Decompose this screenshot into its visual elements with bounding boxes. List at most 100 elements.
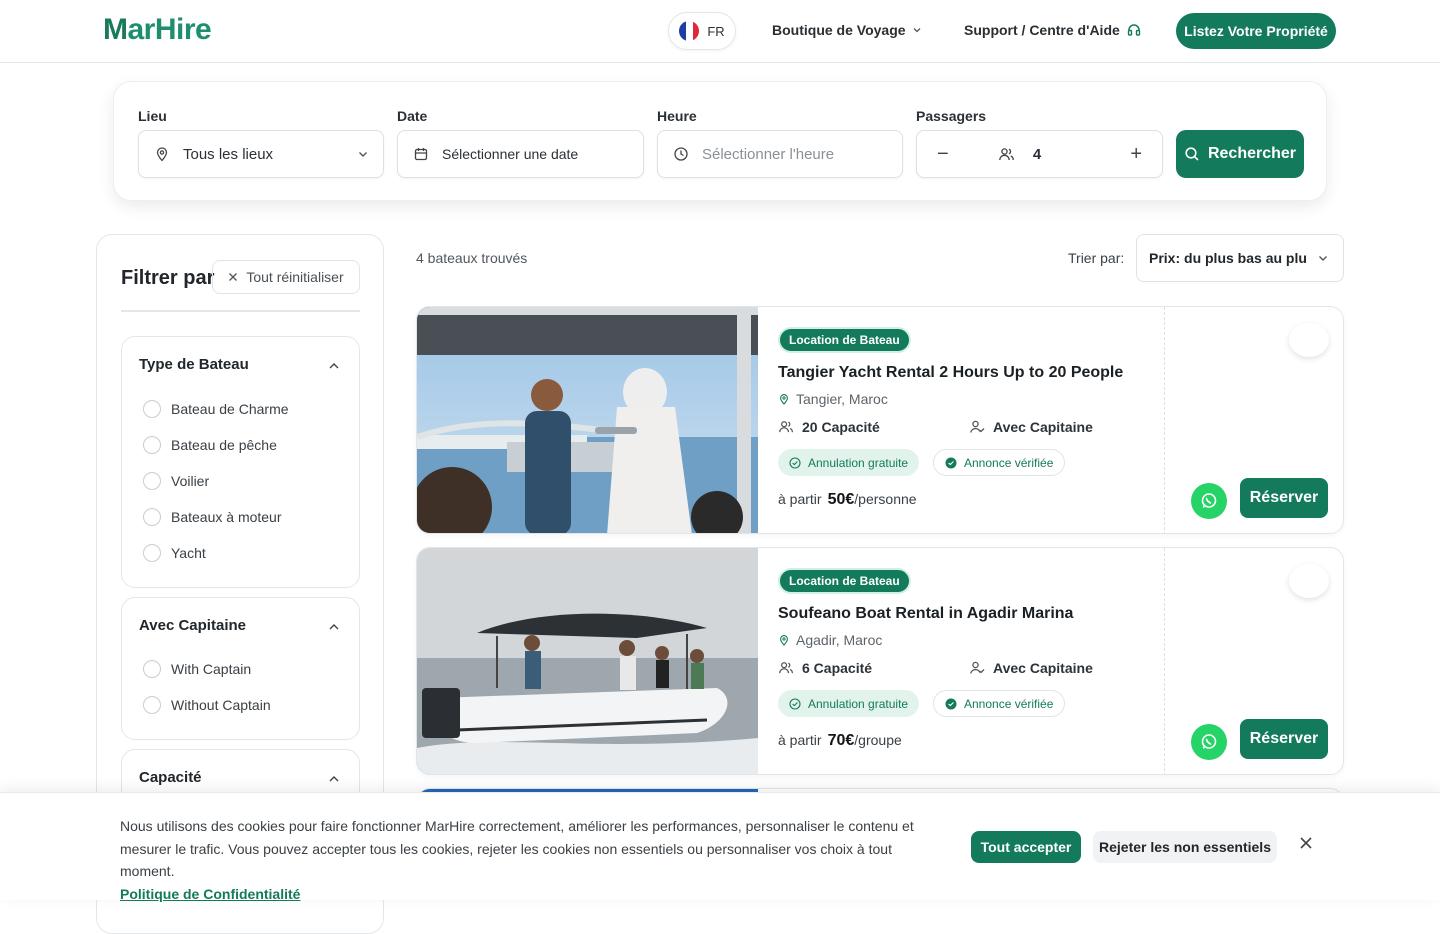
chevron-down-icon <box>1319 256 1327 261</box>
support-link[interactable]: Support / Centre d'Aide <box>964 22 1142 38</box>
favorite-button[interactable] <box>1289 323 1329 357</box>
close-icon <box>229 273 238 281</box>
location-value: Tous les lieux <box>183 145 274 163</box>
calendar-icon <box>412 145 430 163</box>
filter-title: Filtrer par <box>121 267 215 289</box>
cookie-message: Nous utilisons des cookies pour faire fo… <box>120 815 950 905</box>
boat-type-title[interactable]: Type de Bateau <box>139 356 249 373</box>
option-bateau-de-peche[interactable]: Bateau de pêche <box>143 436 277 454</box>
price-info: à partir 70€/groupe <box>778 732 902 749</box>
divider <box>121 310 360 312</box>
reset-label: Tout réinitialiser <box>246 269 344 285</box>
favorite-button[interactable] <box>1289 564 1329 598</box>
headset-icon <box>1127 24 1140 36</box>
option-with-captain[interactable]: With Captain <box>143 660 251 678</box>
capacity-title[interactable]: Capacité <box>139 769 202 786</box>
radio-button[interactable] <box>143 508 161 526</box>
option-without-captain[interactable]: Without Captain <box>143 696 271 714</box>
search-button[interactable]: Rechercher <box>1176 130 1304 178</box>
listing-photo[interactable] <box>417 307 758 533</box>
category-badge: Location de Bateau <box>778 568 911 594</box>
boat-type-filter: Type de Bateau Bateau de Charme Bateau d… <box>121 336 360 588</box>
price-unit: /personne <box>854 491 917 507</box>
divider <box>1164 548 1165 774</box>
verified-badge-icon <box>945 457 957 468</box>
chevron-up-icon[interactable] <box>327 620 341 634</box>
radio-button[interactable] <box>143 660 161 678</box>
results-count: 4 bateaux trouvés <box>416 250 528 266</box>
option-bateau-de-charme[interactable]: Bateau de Charme <box>143 400 289 418</box>
check-circle-icon <box>789 456 801 469</box>
capacity-info: 20 Capacité <box>778 419 880 435</box>
reserve-button[interactable]: Réserver <box>1240 478 1328 518</box>
marhire-logo[interactable]: MarHire <box>103 13 212 47</box>
date-picker[interactable]: Sélectionner une date <box>397 130 644 178</box>
option-voilier[interactable]: Voilier <box>143 472 209 490</box>
passenger-count: 4 <box>1032 145 1042 163</box>
date-value: Sélectionner une date <box>442 146 579 162</box>
radio-button[interactable] <box>143 696 161 714</box>
chevron-down-icon <box>359 152 367 157</box>
map-pin-icon <box>780 635 788 646</box>
divider <box>1164 307 1165 533</box>
list-property-button[interactable]: Listez Votre Propriété <box>1176 13 1336 49</box>
location-select[interactable]: Tous les lieux <box>138 130 384 178</box>
increment-button[interactable]: + <box>1130 143 1142 166</box>
whatsapp-icon <box>1201 493 1217 508</box>
travel-shop-label: Boutique de Voyage <box>772 22 906 38</box>
reset-filters-button[interactable]: Tout réinitialiser <box>212 260 360 294</box>
passagers-label: Passagers <box>916 108 987 124</box>
radio-button[interactable] <box>143 544 161 562</box>
listing-photo[interactable] <box>417 548 758 774</box>
support-label: Support / Centre d'Aide <box>964 22 1120 38</box>
user-check-icon <box>970 661 985 674</box>
decrement-button[interactable]: − <box>937 143 949 166</box>
accept-all-button[interactable]: Tout accepter <box>971 831 1081 863</box>
listing-card[interactable]: Location de Bateau Tangier Yacht Rental … <box>416 306 1344 534</box>
close-icon[interactable] <box>1296 833 1316 853</box>
lieu-label: Lieu <box>138 108 167 124</box>
map-pin-icon <box>153 145 171 163</box>
captain-info: Avec Capitaine <box>969 660 1093 676</box>
privacy-policy-link[interactable]: Politique de Confidentialité <box>120 883 950 906</box>
sort-select[interactable]: Prix: du plus bas au plus élevé <box>1136 234 1344 282</box>
sort-label: Trier par: <box>1068 250 1125 266</box>
france-flag-icon <box>679 21 700 41</box>
chevron-up-icon[interactable] <box>327 359 341 373</box>
captain-filter: Avec Capitaine With Captain Without Capt… <box>121 597 360 740</box>
captain-title[interactable]: Avec Capitaine <box>139 617 246 634</box>
travel-shop-menu[interactable]: Boutique de Voyage <box>772 22 922 38</box>
listing-card[interactable]: Location de Bateau Soufeano Boat Rental … <box>416 547 1344 775</box>
time-picker[interactable]: Sélectionner l'heure <box>657 130 903 178</box>
cookie-banner: Nous utilisons des cookies pour faire fo… <box>0 792 1440 902</box>
free-cancellation-tag: Annulation gratuite <box>778 449 920 476</box>
verified-badge-icon <box>945 698 957 709</box>
sort-value: Prix: du plus bas au plus élevé <box>1149 250 1307 266</box>
reject-nonessential-button[interactable]: Rejeter les non essentiels <box>1093 831 1277 863</box>
price-value: 50€ <box>827 491 855 508</box>
listing-title[interactable]: Soufeano Boat Rental in Agadir Marina <box>778 605 1073 623</box>
user-check-icon <box>970 420 985 433</box>
whatsapp-button[interactable] <box>1191 724 1227 760</box>
heure-label: Heure <box>657 108 697 124</box>
whatsapp-icon <box>1201 734 1217 749</box>
radio-button[interactable] <box>143 436 161 454</box>
captain-info: Avec Capitaine <box>969 419 1093 435</box>
listing-title[interactable]: Tangier Yacht Rental 2 Hours Up to 20 Pe… <box>778 364 1123 382</box>
language-switcher[interactable]: FR <box>668 12 736 50</box>
option-yacht[interactable]: Yacht <box>143 544 206 562</box>
reserve-button[interactable]: Réserver <box>1240 719 1328 759</box>
time-placeholder: Sélectionner l'heure <box>702 145 835 163</box>
whatsapp-button[interactable] <box>1191 483 1227 519</box>
radio-button[interactable] <box>143 472 161 490</box>
chevron-up-icon[interactable] <box>327 772 341 786</box>
verified-tag: Annonce vérifiée <box>933 449 1066 476</box>
option-bateaux-a-moteur[interactable]: Bateaux à moteur <box>143 508 282 526</box>
search-button-label: Rechercher <box>1207 145 1297 162</box>
price-info: à partir 50€/personne <box>778 491 917 508</box>
check-circle-icon <box>789 697 801 710</box>
search-panel: Lieu Tous les lieux Date Sélectionner un… <box>113 81 1327 201</box>
users-icon <box>779 421 793 433</box>
free-cancellation-tag: Annulation gratuite <box>778 690 920 717</box>
radio-button[interactable] <box>143 400 161 418</box>
